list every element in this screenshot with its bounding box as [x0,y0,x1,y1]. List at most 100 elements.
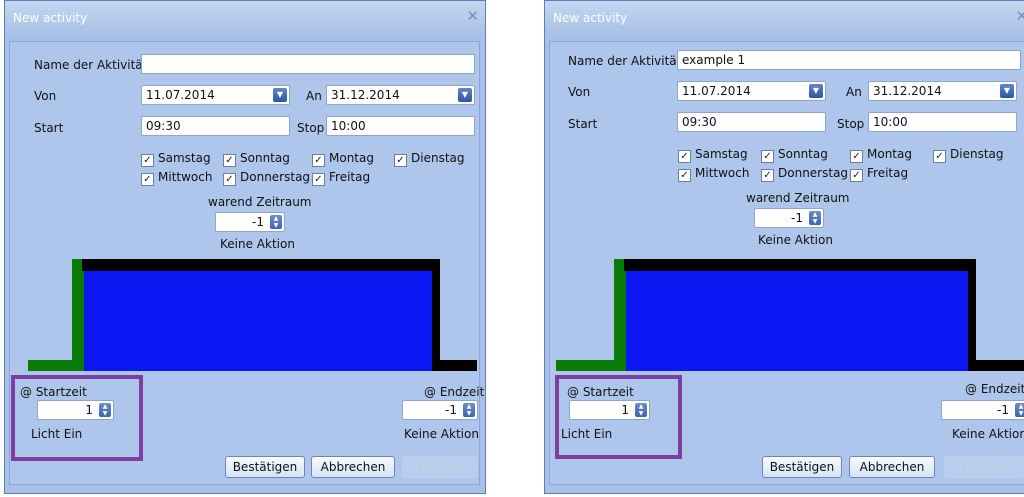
von-date-field[interactable]: 11.07.2014 ▼ [141,85,290,105]
day-checkbox-sonntag[interactable]: ✓ Sonntag [223,151,290,167]
check-icon: ✓ [394,154,407,167]
an-date-value: 31.12.2014 [873,84,942,98]
day-label: Sonntag [778,147,828,161]
top-border [624,259,976,271]
spinner-arrows-icon[interactable]: ▲ ▼ [463,403,475,417]
day-checkbox-mittwoch[interactable]: ✓ Mittwoch [141,170,212,186]
close-icon[interactable]: ✕ [1015,7,1024,25]
stop-label: Stop [297,121,325,135]
an-date-field[interactable]: 31.12.2014 ▼ [326,85,475,105]
day-label: Mittwoch [695,166,750,180]
day-checkbox-montag[interactable]: ✓ Montag [312,151,374,167]
chevron-down-icon[interactable]: ▼ [273,88,287,102]
day-label: Samstag [695,147,748,161]
day-label: Mittwoch [158,170,213,184]
stop-time-field[interactable]: 10:00 [326,116,475,136]
stop-label: Stop [837,117,865,131]
start-time-highlight [555,375,682,459]
check-icon: ✓ [761,169,774,182]
day-label: Freitag [329,170,371,184]
day-label: Donnerstag [778,166,849,180]
end-time-value: -1 [997,403,1009,417]
delete-button[interactable]: Löschen [944,456,1024,478]
day-label: Sonntag [240,151,290,165]
day-checkbox-samstag[interactable]: ✓ Samstag [678,147,748,163]
stop-time-field[interactable]: 10:00 [868,112,1017,132]
confirm-button[interactable]: Bestätigen [225,456,305,478]
name-field[interactable]: example 1 [677,50,1021,70]
check-icon: ✓ [850,150,863,163]
during-period-value: -1 [791,211,803,225]
day-checkbox-donnerstag[interactable]: ✓ Donnerstag [223,170,310,186]
activity-dialog-left: New activity ✕ Name der Aktivität Von 11… [4,0,486,494]
during-period-spinner[interactable]: -1 ▲ ▼ [215,212,285,232]
an-date-value: 31.12.2014 [331,88,400,102]
day-checkbox-sonntag[interactable]: ✓ Sonntag [761,147,828,163]
close-icon[interactable]: ✕ [466,7,479,25]
day-checkbox-dienstag[interactable]: ✓ Dienstag [394,151,465,167]
day-label: Donnerstag [240,170,311,184]
delete-button[interactable]: Löschen [402,456,477,478]
an-label: An [846,85,862,99]
day-checkbox-mittwoch[interactable]: ✓ Mittwoch [678,166,749,182]
start-edge [614,259,626,371]
day-checkbox-samstag[interactable]: ✓ Samstag [141,151,211,167]
check-icon: ✓ [141,154,154,167]
during-period-spinner[interactable]: -1 ▲ ▼ [754,208,824,228]
end-edge [968,259,976,371]
von-date-value: 11.07.2014 [682,84,751,98]
end-action: Keine Aktion [952,427,1024,441]
day-checkbox-donnerstag[interactable]: ✓ Donnerstag [761,166,848,182]
confirm-button[interactable]: Bestätigen [762,456,842,478]
end-edge [432,259,440,371]
day-checkbox-montag[interactable]: ✓ Montag [850,147,912,163]
post-end-level [968,360,1024,371]
start-time-field[interactable]: 09:30 [141,116,290,136]
end-time-spinner[interactable]: -1 ▲ ▼ [941,400,1024,420]
day-checkbox-freitag[interactable]: ✓ Freitag [850,166,908,182]
day-label: Dienstag [950,147,1004,161]
end-action: Keine Aktion [404,427,479,441]
active-period-area [84,271,432,371]
post-end-level [432,360,477,371]
check-icon: ✓ [312,173,325,186]
during-period-label: warend Zeitraum [746,191,850,205]
day-checkbox-freitag[interactable]: ✓ Freitag [312,170,370,186]
spinner-arrows-icon[interactable]: ▲ ▼ [1015,403,1024,417]
during-period-action: Keine Aktion [758,233,833,247]
cancel-button[interactable]: Abbrechen [849,456,935,478]
name-field[interactable] [141,54,475,74]
title-bar: New activity ✕ [5,1,485,39]
an-date-field[interactable]: 31.12.2014 ▼ [868,81,1017,101]
cancel-button[interactable]: Abbrechen [311,456,395,478]
end-time-spinner[interactable]: -1 ▲ ▼ [402,400,478,420]
name-label: Name der Aktivität [568,54,682,68]
during-period-label: warend Zeitraum [208,195,312,209]
end-time-label: @ Endzeit [424,385,485,399]
chevron-down-icon[interactable]: ▼ [458,88,472,102]
check-icon: ✓ [312,154,325,167]
von-label: Von [568,85,591,99]
check-icon: ✓ [141,173,154,186]
von-date-field[interactable]: 11.07.2014 ▼ [677,81,826,101]
day-label: Montag [329,151,374,165]
chevron-down-icon[interactable]: ▼ [1000,84,1014,98]
check-icon: ✓ [933,150,946,163]
spinner-arrows-icon[interactable]: ▲ ▼ [809,211,821,225]
start-time-field[interactable]: 09:30 [677,112,826,132]
chevron-down-icon[interactable]: ▼ [809,84,823,98]
active-period-area [626,271,968,371]
spinner-arrows-icon[interactable]: ▲ ▼ [270,215,282,229]
start-edge [72,259,84,371]
day-label: Samstag [158,151,211,165]
day-checkbox-dienstag[interactable]: ✓ Dienstag [933,147,1004,163]
check-icon: ✓ [678,150,691,163]
an-label: An [306,89,322,103]
von-date-value: 11.07.2014 [146,88,215,102]
day-label: Freitag [867,166,909,180]
check-icon: ✓ [223,173,236,186]
during-period-value: -1 [252,215,264,229]
start-label: Start [568,117,598,131]
activity-timeline-chart [28,259,477,371]
check-icon: ✓ [223,154,236,167]
